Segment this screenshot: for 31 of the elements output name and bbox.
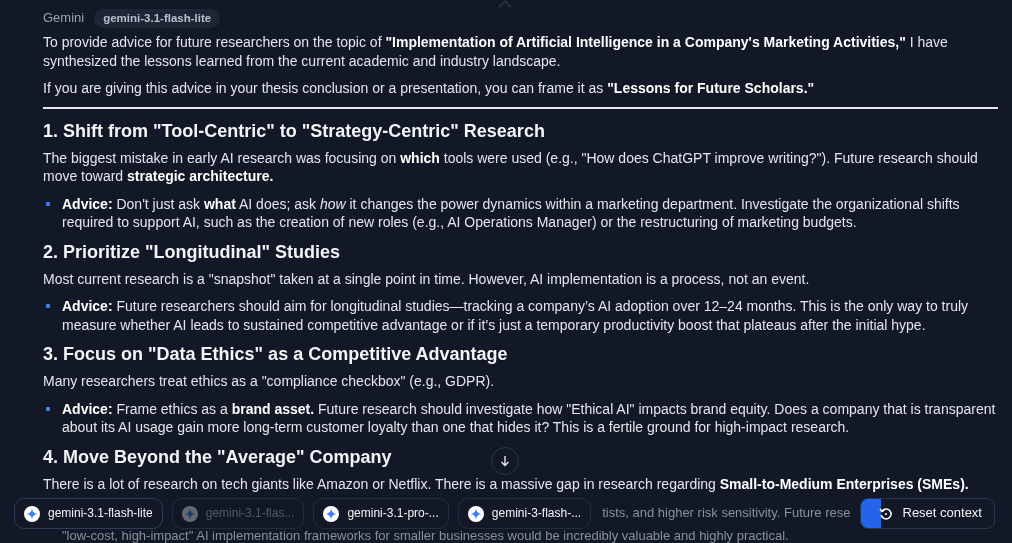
bullet-icon: [46, 201, 50, 206]
paragraph: The biggest mistake in early AI research was focusing on which tools were used (e.g., "How does ChatGPT improve writing?"). Future research should move toward strategic architecture.: [43, 148, 979, 186]
covered-text: "low-cost, high-impact" AI implementation frameworks for smaller businesses would be incredibly valuable and highly practical.: [62, 529, 789, 543]
covered-text: tists, and higher risk sensitivity. Future rese: [602, 504, 851, 523]
section-heading: 3. Focus on "Data Ethics" as a Competitive Advantage: [43, 343, 508, 366]
sparkle-icon: [467, 505, 484, 522]
bullet-icon: [46, 406, 50, 411]
section-heading: 1. Shift from "Tool-Centric" to "Strategy-Centric" Research: [43, 119, 545, 143]
sparkle-icon: [323, 505, 340, 522]
author-name: Gemini: [43, 8, 85, 27]
advice-text: Advice: Frame ethics as a brand asset. Future research should investigate how "Ethical AI" impacts brand equity. Does a company that is transparent about its AI usage gain more long-term customer loyalty than one that hides it? This is a fertile ground for high-impact research.: [62, 400, 996, 435]
reset-icon: [878, 506, 893, 521]
sparkle-icon: [181, 505, 198, 522]
paragraph: If you are giving this advice in your thesis conclusion or a presentation, you can frame it as "Lessons for Future Scholars.": [43, 79, 816, 98]
section-heading: 2. Prioritize "Longitudinal" Studies: [43, 240, 341, 264]
arrow-down-icon: [500, 455, 510, 467]
paragraph: To provide advice for future researchers on the topic of "Implementation of Artificial Intelligence in a Company's Marketing Activities," I have synthesized the lessons learned from the current academic and industry landscape.: [43, 33, 949, 70]
paragraph: Most current research is a "snapshot" taken at a single point in time. However, AI implementation is a process, not an event.: [43, 269, 811, 288]
model-chip[interactable]: gemini-3.1-flash-lite: [14, 498, 163, 529]
section-heading: 4. Move Beyond the "Average" Company: [43, 445, 392, 469]
advice-text: Advice: Don't just ask what AI does; ask how it changes the power dynamics within a marketing department. Investigate the organizational shifts required to support AI, such as the creation of new roles (e.g., AI Operations Manager) or the restructuring of marketing budgets.: [62, 195, 960, 230]
bullet-icon: [46, 304, 50, 308]
model-chip[interactable]: gemini-3.1-pro-...: [313, 498, 449, 529]
reset-context-button[interactable]: Reset context: [859, 498, 995, 529]
paragraph: Many researchers treat ethics as a "compliance checkbox" (e.g., GDPR).: [43, 372, 496, 391]
model-badge: gemini-3.1-flash-lite: [94, 8, 221, 28]
model-chip[interactable]: gemini-3-flash-...: [457, 498, 592, 529]
advice-text: Advice: Future researchers should aim for longitudinal studies—tracking a company’s AI adoption over 12–24 months. This is the only way to truly measure whether AI leads to sustained competitive advantage or if it’s just a temporary productivity boost that plateaus after the initial hype.: [62, 298, 969, 333]
paragraph: There is a lot of research on tech giants like Amazon or Netflix. There is a massive gap in research regarding Small-to-Medium Enterprises (SMEs).: [43, 474, 970, 493]
scroll-down-button[interactable]: [491, 447, 519, 475]
sparkle-icon: [24, 505, 40, 522]
